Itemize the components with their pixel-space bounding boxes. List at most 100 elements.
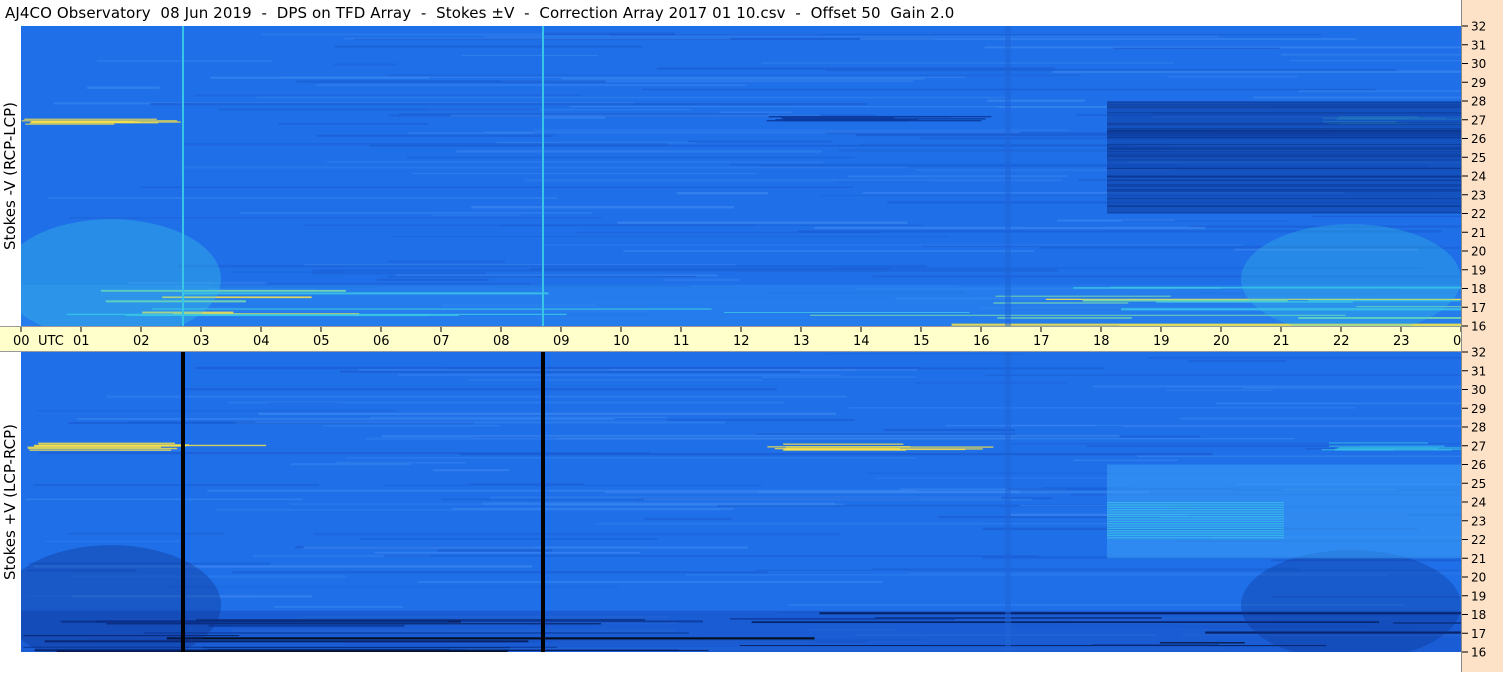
texture-streak <box>1215 402 1461 405</box>
dark-region-line <box>1107 133 1461 135</box>
texture-streak <box>417 581 883 583</box>
freq-tick-label: 26 <box>1471 458 1486 472</box>
dark-region-line <box>1107 124 1461 126</box>
texture-streak <box>411 172 758 174</box>
freq-tick-label: 23 <box>1471 514 1486 528</box>
texture-streak <box>387 275 697 278</box>
texture-streak <box>1122 426 1461 428</box>
texture-streak <box>334 45 642 48</box>
texture-streak <box>437 549 553 552</box>
band-27mhz-activity <box>24 118 157 120</box>
texture-streak <box>377 278 489 281</box>
freq-tick-label: 31 <box>1471 364 1486 378</box>
texture-streak <box>323 424 500 427</box>
vertical-line <box>542 26 544 326</box>
freq-tick-label: 17 <box>1471 627 1486 641</box>
texture-streak <box>25 498 303 500</box>
interference-line <box>724 311 970 313</box>
dark-region-line <box>1107 128 1461 130</box>
interference-line <box>729 618 955 620</box>
time-tick-label: 17 <box>1033 334 1050 349</box>
interference-line <box>183 292 549 295</box>
interference-line <box>143 632 689 634</box>
texture-streak <box>1073 459 1179 461</box>
freq-tick-label: 25 <box>1471 477 1486 491</box>
bright-region-line <box>1107 506 1284 508</box>
time-tick-label: 01 <box>73 334 90 349</box>
bright-region-line <box>1107 523 1284 525</box>
texture-streak <box>761 62 1174 64</box>
dark-region-line <box>1107 159 1461 161</box>
texture-streak <box>1092 385 1461 388</box>
bottom-margin <box>0 652 1461 672</box>
texture-streak <box>1121 220 1289 222</box>
texture-streak <box>1298 89 1461 93</box>
texture-streak <box>346 457 916 459</box>
dark-region-line <box>1107 198 1461 200</box>
time-tick-label: 00 <box>13 334 30 349</box>
texture-streak <box>524 179 1062 182</box>
texture-streak <box>303 224 756 227</box>
texture-streak <box>340 370 800 373</box>
dark-region-line <box>1107 156 1461 158</box>
dark-region-line <box>1107 190 1461 192</box>
time-axis: 00 01 02 03 04 05 06 07 08 09 10 11 12 13 14 15 16 17 18 19… <box>0 326 1503 352</box>
bright-region-line <box>1107 518 1284 520</box>
freq-tick-label: 27 <box>1471 113 1486 127</box>
freq-tick-label: 29 <box>1471 76 1486 90</box>
band-27mhz-activity <box>1337 447 1439 449</box>
page-title: AJ4CO Observatory 08 Jun 2019 - DPS on T… <box>5 4 955 22</box>
texture-streak <box>676 191 769 195</box>
texture-streak <box>1166 389 1274 392</box>
texture-streak <box>1137 455 1461 458</box>
freq-tick-label: 20 <box>1471 571 1486 585</box>
freq-tick-label: 24 <box>1471 496 1486 510</box>
texture-streak <box>370 416 668 419</box>
texture-streak <box>1086 445 1360 448</box>
interference-line <box>208 624 405 627</box>
dark-region-line <box>1107 106 1461 108</box>
dark-region-line <box>1107 205 1461 207</box>
dark-region-line <box>1107 112 1461 114</box>
band-27mhz-activity <box>27 447 178 450</box>
texture-streak <box>456 150 822 153</box>
texture-streak <box>1148 357 1461 359</box>
texture-streak <box>383 484 763 486</box>
band-27mhz-activity <box>778 115 992 118</box>
time-tick-label: 07 <box>433 334 450 349</box>
freq-tick-label: 22 <box>1471 533 1486 547</box>
texture-streak <box>1280 53 1461 56</box>
interference-line <box>739 645 1327 647</box>
texture-streak <box>459 452 1213 456</box>
interference-line <box>997 317 1132 319</box>
texture-streak <box>210 76 430 79</box>
texture-streak <box>847 175 1068 178</box>
time-tick-label: 02 <box>133 334 150 349</box>
dark-region-line <box>1107 104 1461 106</box>
texture-streak <box>359 537 658 540</box>
texture-streak <box>1188 359 1287 362</box>
interference-line <box>993 302 1129 304</box>
dark-region-line <box>1107 185 1461 187</box>
texture-streak <box>663 278 740 282</box>
texture-streak <box>296 80 606 83</box>
texture-streak <box>274 606 404 608</box>
texture-streak <box>326 160 823 163</box>
texture-streak <box>227 401 785 404</box>
dark-region-line <box>1107 154 1461 156</box>
texture-streak <box>533 129 1070 131</box>
texture-streak <box>644 517 732 521</box>
bright-region-line <box>1107 504 1284 506</box>
dark-region-line <box>1107 148 1461 150</box>
texture-streak <box>484 131 1021 134</box>
texture-streak <box>999 424 1461 427</box>
texture-streak <box>484 36 1218 38</box>
vertical-line <box>182 26 184 326</box>
texture-streak <box>987 99 1086 102</box>
texture-streak <box>140 186 854 188</box>
texture-streak <box>397 374 841 377</box>
texture-streak <box>48 196 557 200</box>
dark-region-line <box>1107 137 1461 139</box>
freq-tick-label: 28 <box>1471 95 1486 109</box>
band-27mhz-activity <box>1328 442 1428 444</box>
